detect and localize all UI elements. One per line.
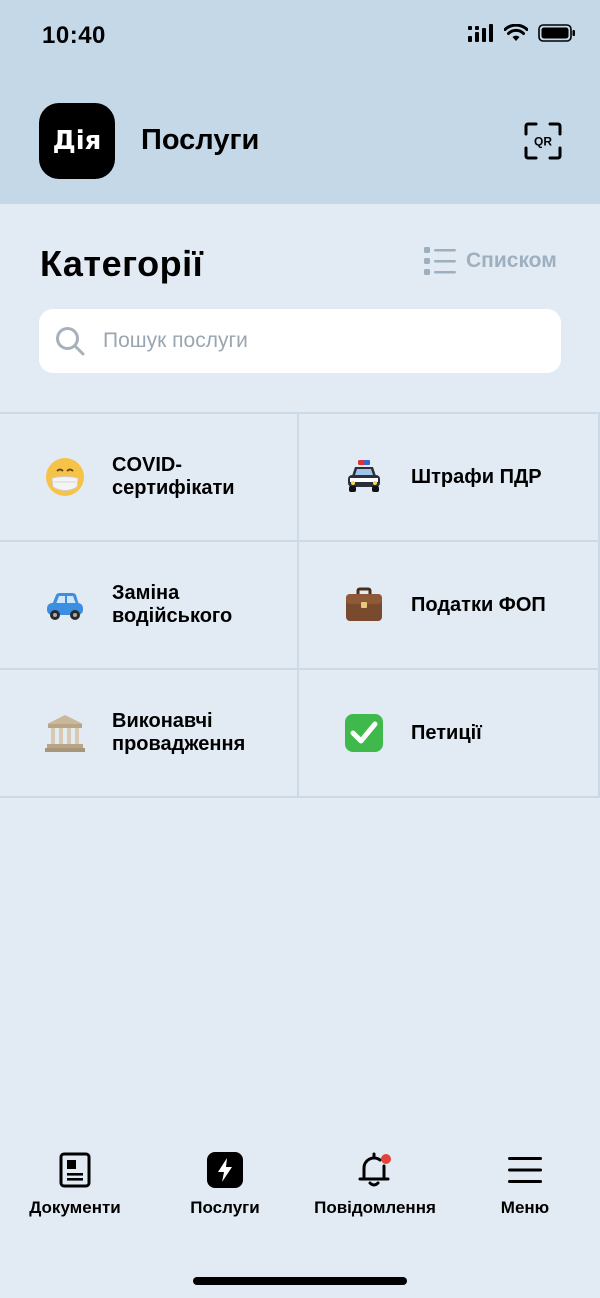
section-title: Категорії bbox=[40, 243, 204, 284]
bell-icon bbox=[358, 1152, 391, 1187]
qr-label: QR bbox=[534, 135, 552, 149]
status-time: 10:40 bbox=[42, 22, 106, 49]
tab-menu[interactable]: Меню bbox=[450, 1150, 600, 1220]
car-icon bbox=[47, 593, 83, 620]
lightning-icon bbox=[207, 1152, 243, 1188]
search-icon bbox=[56, 327, 85, 356]
tab-label: Меню bbox=[500, 1198, 550, 1217]
tab-services[interactable]: Послуги bbox=[150, 1150, 300, 1220]
category-enforcement-proceedings[interactable]: Виконавчі провадження bbox=[0, 670, 299, 798]
category-driver-license[interactable]: Заміна водійського bbox=[0, 542, 299, 670]
tab-label: Повідомлення bbox=[314, 1198, 436, 1217]
list-icon bbox=[424, 247, 456, 275]
categories-grid: COVID- сертифікати Штрафи ПДР Заміна вод… bbox=[0, 412, 600, 798]
battery-icon bbox=[538, 24, 575, 42]
status-icons bbox=[468, 24, 576, 42]
search-bar[interactable] bbox=[39, 309, 561, 373]
category-traffic-fines[interactable]: Штрафи ПДР bbox=[299, 414, 600, 542]
list-view-label: Списком bbox=[466, 249, 557, 272]
list-view-toggle[interactable]: Списком bbox=[424, 246, 557, 276]
category-fop-taxes[interactable]: Податки ФОП bbox=[299, 542, 600, 670]
face-with-mask-icon bbox=[46, 458, 84, 496]
notification-badge bbox=[381, 1154, 391, 1164]
document-icon bbox=[59, 1152, 91, 1188]
tab-label: Документи bbox=[29, 1198, 121, 1217]
tab-label: Послуги bbox=[190, 1198, 260, 1217]
category-label: Заміна водійського bbox=[112, 582, 233, 627]
tab-documents[interactable]: Документи bbox=[0, 1150, 150, 1220]
signal-icon bbox=[468, 24, 493, 42]
category-label: Виконавчі провадження bbox=[112, 710, 246, 755]
app-logo-text: Дія bbox=[52, 126, 102, 156]
category-label: Петиції bbox=[411, 721, 482, 744]
app-logo: Дія bbox=[39, 103, 115, 179]
top-header: 10:40 Дія Послуги QR bbox=[0, 0, 600, 204]
wifi-icon bbox=[504, 24, 528, 41]
home-indicator[interactable] bbox=[193, 1277, 407, 1285]
category-label: Податки ФОП bbox=[411, 593, 546, 616]
qr-scan-icon[interactable]: QR bbox=[524, 122, 562, 160]
category-label: COVID- сертифікати bbox=[112, 454, 235, 499]
police-car-icon bbox=[348, 460, 380, 492]
briefcase-icon bbox=[346, 587, 382, 621]
hamburger-icon bbox=[508, 1157, 542, 1183]
category-label: Штрафи ПДР bbox=[411, 465, 542, 488]
category-covid-certificates[interactable]: COVID- сертифікати bbox=[0, 414, 299, 542]
check-mark-icon bbox=[345, 714, 383, 752]
page-title: Послуги bbox=[141, 124, 260, 156]
search-input[interactable] bbox=[103, 329, 523, 353]
tab-notifications[interactable]: Повідомлення bbox=[300, 1150, 450, 1220]
bottom-tab-bar: Документи Послуги Повідомлення Меню bbox=[0, 1150, 600, 1220]
classical-building-icon bbox=[45, 715, 85, 752]
category-petitions[interactable]: Петиції bbox=[299, 670, 600, 798]
